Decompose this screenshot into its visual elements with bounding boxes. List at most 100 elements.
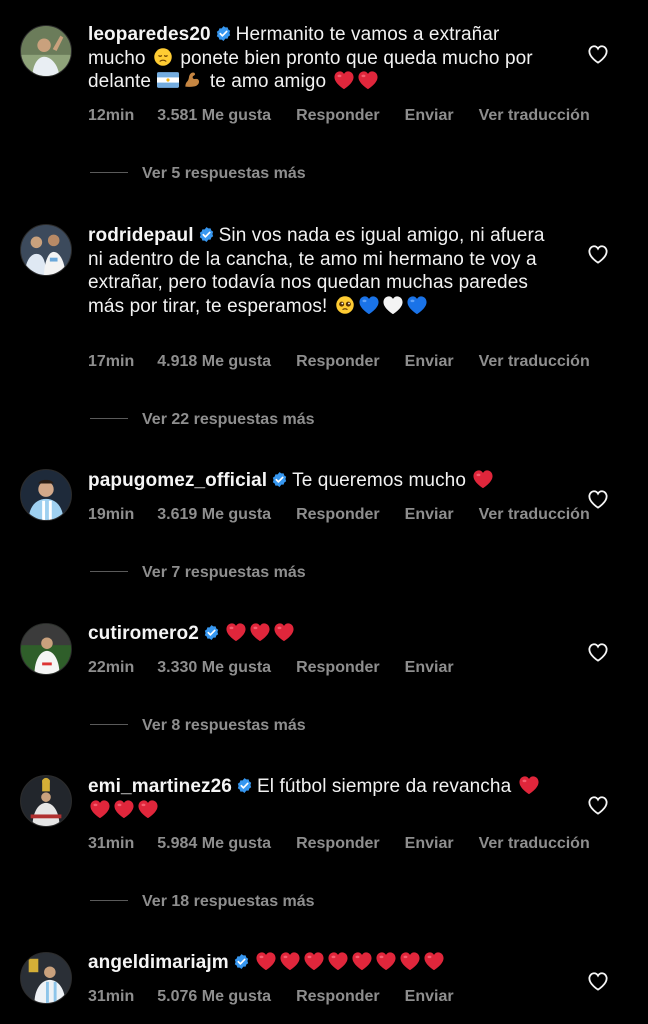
username[interactable]: leoparedes20 — [88, 24, 211, 45]
argentina-flag-icon — [157, 70, 179, 90]
send-button[interactable]: Enviar — [405, 506, 454, 523]
timestamp: 19min — [88, 506, 135, 523]
comment-body: papugomez_official Te queremos mucho — [88, 469, 558, 493]
username[interactable]: emi_martinez26 — [88, 776, 232, 797]
likes-count[interactable]: 3.619 Me gusta — [157, 506, 271, 523]
send-button[interactable]: Enviar — [405, 835, 454, 852]
blue-heart-icon — [406, 295, 428, 315]
flexed-biceps-icon — [181, 70, 203, 90]
red-heart-icon — [89, 799, 111, 819]
divider-line — [90, 724, 128, 725]
likes-count[interactable]: 3.330 Me gusta — [157, 659, 271, 676]
send-button[interactable]: Enviar — [405, 107, 454, 124]
avatar[interactable] — [20, 469, 72, 521]
likes-count[interactable]: 5.076 Me gusta — [157, 988, 271, 1005]
red-heart-icon — [137, 799, 159, 819]
comment-meta: 22min 3.330 Me gusta Responder Enviar — [88, 659, 454, 677]
username[interactable]: papugomez_official — [88, 470, 267, 491]
translate-button[interactable]: Ver traducción — [479, 506, 590, 523]
comment-text: Te queremos mucho — [292, 470, 466, 491]
red-heart-icon — [375, 951, 397, 971]
like-heart-icon[interactable] — [587, 642, 609, 662]
translate-button[interactable]: Ver traducción — [479, 107, 590, 124]
red-heart-icon — [357, 70, 379, 90]
like-heart-icon[interactable] — [587, 795, 609, 815]
like-heart-icon[interactable] — [587, 244, 609, 264]
pleading-face-icon — [334, 295, 356, 315]
red-heart-icon — [472, 469, 494, 489]
view-more-replies[interactable]: Ver 7 respuestas más — [90, 564, 306, 584]
red-heart-icon — [273, 622, 295, 642]
like-heart-icon[interactable] — [587, 971, 609, 991]
send-button[interactable]: Enviar — [405, 353, 454, 370]
translate-button[interactable]: Ver traducción — [479, 353, 590, 370]
reply-button[interactable]: Responder — [296, 835, 380, 852]
red-heart-icon — [225, 622, 247, 642]
avatar[interactable] — [20, 623, 72, 675]
view-more-replies-label: Ver 8 respuestas más — [142, 717, 306, 734]
view-more-replies-label: Ver 18 respuestas más — [142, 893, 315, 910]
red-heart-icon — [399, 951, 421, 971]
comment-body: angeldimariajm — [88, 951, 558, 975]
reply-button[interactable]: Responder — [296, 659, 380, 676]
like-heart-icon[interactable] — [587, 44, 609, 64]
verified-badge-icon — [203, 624, 220, 641]
comment-meta: 31min 5.984 Me gusta Responder Enviar Ver tr… — [88, 835, 590, 853]
red-heart-icon — [423, 951, 445, 971]
comment-meta: 12min 3.581 Me gusta Responder Enviar Ver tr… — [88, 107, 590, 125]
comment-body: leoparedes20 Hermanito te vamos a extraña… — [88, 23, 558, 94]
username[interactable]: angeldimariajm — [88, 952, 229, 973]
view-more-replies[interactable]: Ver 22 respuestas más — [90, 411, 315, 431]
avatar[interactable] — [20, 224, 72, 276]
view-more-replies[interactable]: Ver 5 respuestas más — [90, 165, 306, 185]
divider-line — [90, 172, 128, 173]
avatar[interactable] — [20, 952, 72, 1004]
comment-text: El fútbol siempre da revancha — [256, 776, 512, 797]
comment-text: te amo amigo — [209, 71, 327, 92]
username[interactable]: rodridepaul — [88, 225, 194, 246]
view-more-replies-label: Ver 7 respuestas más — [142, 564, 306, 581]
red-heart-icon — [333, 70, 355, 90]
verified-badge-icon — [198, 226, 215, 243]
red-heart-icon — [279, 951, 301, 971]
likes-count[interactable]: 4.918 Me gusta — [157, 353, 271, 370]
verified-badge-icon — [233, 953, 250, 970]
timestamp: 12min — [88, 107, 135, 124]
reply-button[interactable]: Responder — [296, 353, 380, 370]
red-heart-icon — [518, 775, 540, 795]
send-button[interactable]: Enviar — [405, 659, 454, 676]
verified-badge-icon — [271, 471, 288, 488]
like-heart-icon[interactable] — [587, 489, 609, 509]
divider-line — [90, 418, 128, 419]
avatar-image — [21, 953, 71, 1003]
timestamp: 31min — [88, 988, 135, 1005]
red-heart-icon — [303, 951, 325, 971]
comment-body: cutiromero2 — [88, 622, 558, 646]
view-more-replies[interactable]: Ver 18 respuestas más — [90, 893, 315, 913]
send-button[interactable]: Enviar — [405, 988, 454, 1005]
comment-meta: 17min 4.918 Me gusta Responder Enviar Ver tr… — [88, 353, 590, 371]
red-heart-icon — [351, 951, 373, 971]
reply-button[interactable]: Responder — [296, 988, 380, 1005]
avatar[interactable] — [20, 775, 72, 827]
avatar[interactable] — [20, 25, 72, 77]
view-more-replies-label: Ver 5 respuestas más — [142, 165, 306, 182]
reply-button[interactable]: Responder — [296, 107, 380, 124]
username[interactable]: cutiromero2 — [88, 623, 199, 644]
comment-meta: 31min 5.076 Me gusta Responder Enviar — [88, 988, 454, 1006]
view-more-replies[interactable]: Ver 8 respuestas más — [90, 717, 306, 737]
timestamp: 22min — [88, 659, 135, 676]
avatar-image — [21, 470, 71, 520]
comment-body: emi_martinez26 El fútbol siempre da revan… — [88, 775, 558, 822]
verified-badge-icon — [236, 777, 253, 794]
disappointed-face-icon — [152, 47, 174, 67]
reply-button[interactable]: Responder — [296, 506, 380, 523]
translate-button[interactable]: Ver traducción — [479, 835, 590, 852]
timestamp: 31min — [88, 835, 135, 852]
likes-count[interactable]: 3.581 Me gusta — [157, 107, 271, 124]
comment-body: rodridepaul Sin vos nada es igual amigo, … — [88, 224, 558, 318]
divider-line — [90, 900, 128, 901]
comment-meta: 19min 3.619 Me gusta Responder Enviar Ver tr… — [88, 506, 590, 524]
avatar-image — [21, 776, 71, 826]
likes-count[interactable]: 5.984 Me gusta — [157, 835, 271, 852]
